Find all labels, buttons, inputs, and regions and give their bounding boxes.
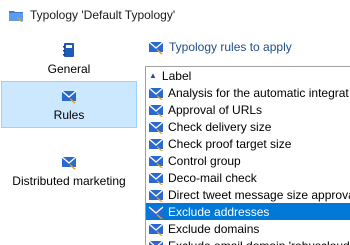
rule-envelope-icon bbox=[148, 239, 164, 245]
list-item[interactable]: Deco-mail check bbox=[146, 169, 350, 186]
typology-folder-icon bbox=[8, 7, 24, 23]
list-item-label: Deco-mail check bbox=[168, 170, 257, 185]
rule-envelope-icon bbox=[148, 188, 164, 202]
list-item[interactable]: Approval of URLs bbox=[146, 101, 350, 118]
list-item[interactable]: Control group bbox=[146, 152, 350, 169]
window-title: Typology 'Default Typology' bbox=[30, 8, 176, 22]
list-rows: Analysis for the automatic integrat Appro… bbox=[146, 84, 350, 245]
envelope-rules-icon bbox=[61, 88, 77, 104]
envelope-rules-icon bbox=[61, 154, 77, 170]
typology-rules-list[interactable]: ▲ Label Analysis for the automatic integ… bbox=[145, 66, 350, 245]
list-item-label: Check delivery size bbox=[168, 119, 272, 134]
list-item[interactable]: Exclude addresses bbox=[146, 203, 350, 220]
list-item-label: Exclude email domain 'rebuscloud bbox=[168, 239, 350, 245]
list-item[interactable]: Check proof target size bbox=[146, 135, 350, 152]
rule-envelope-icon bbox=[148, 86, 164, 100]
list-item[interactable]: Exclude domains bbox=[146, 220, 350, 237]
list-item-label: Check proof target size bbox=[168, 136, 292, 151]
list-item[interactable]: Check delivery size bbox=[146, 118, 350, 135]
list-item[interactable]: Direct tweet message size approval bbox=[146, 186, 350, 203]
list-item-label: Control group bbox=[168, 153, 241, 168]
nav-item-rules[interactable]: Rules bbox=[1, 81, 137, 128]
nav-label-rules: Rules bbox=[53, 108, 85, 122]
list-item-label: Analysis for the automatic integrat bbox=[168, 85, 349, 100]
rule-envelope-icon bbox=[148, 154, 164, 168]
nav-item-distributed-marketing[interactable]: Distributed marketing bbox=[1, 148, 137, 195]
list-item-label: Approval of URLs bbox=[168, 102, 263, 117]
list-item-label: Direct tweet message size approval bbox=[168, 187, 350, 202]
rule-envelope-icon bbox=[148, 137, 164, 151]
list-item-label: Exclude addresses bbox=[168, 204, 270, 219]
panel-title: Typology rules to apply bbox=[169, 40, 292, 54]
sort-ascending-icon: ▲ bbox=[149, 71, 157, 80]
panel-header: Typology rules to apply bbox=[148, 37, 292, 57]
rule-envelope-icon bbox=[148, 103, 164, 117]
nav-label-distributed-marketing: Distributed marketing bbox=[12, 174, 126, 188]
typology-window: Typology 'Default Typology' General Rule… bbox=[0, 0, 350, 245]
envelope-rules-icon bbox=[148, 39, 164, 55]
left-navigation: General Rules Distributed marketing bbox=[0, 31, 139, 245]
notebook-icon bbox=[61, 42, 77, 58]
list-item[interactable]: Exclude email domain 'rebuscloud bbox=[146, 237, 350, 245]
column-header-text: Label bbox=[161, 68, 192, 83]
rule-envelope-icon bbox=[148, 120, 164, 134]
nav-item-general[interactable]: General bbox=[1, 36, 137, 83]
rule-envelope-icon bbox=[148, 171, 164, 185]
list-item-label: Exclude domains bbox=[168, 221, 260, 236]
rule-envelope-icon bbox=[148, 205, 164, 219]
nav-label-general: General bbox=[47, 62, 91, 76]
rule-envelope-icon bbox=[148, 222, 164, 236]
rules-panel: Typology rules to apply ▲ Label Analysis… bbox=[139, 31, 350, 245]
list-item[interactable]: Analysis for the automatic integrat bbox=[146, 84, 350, 101]
column-header-label[interactable]: ▲ Label bbox=[146, 67, 350, 84]
title-bar: Typology 'Default Typology' bbox=[0, 0, 350, 30]
